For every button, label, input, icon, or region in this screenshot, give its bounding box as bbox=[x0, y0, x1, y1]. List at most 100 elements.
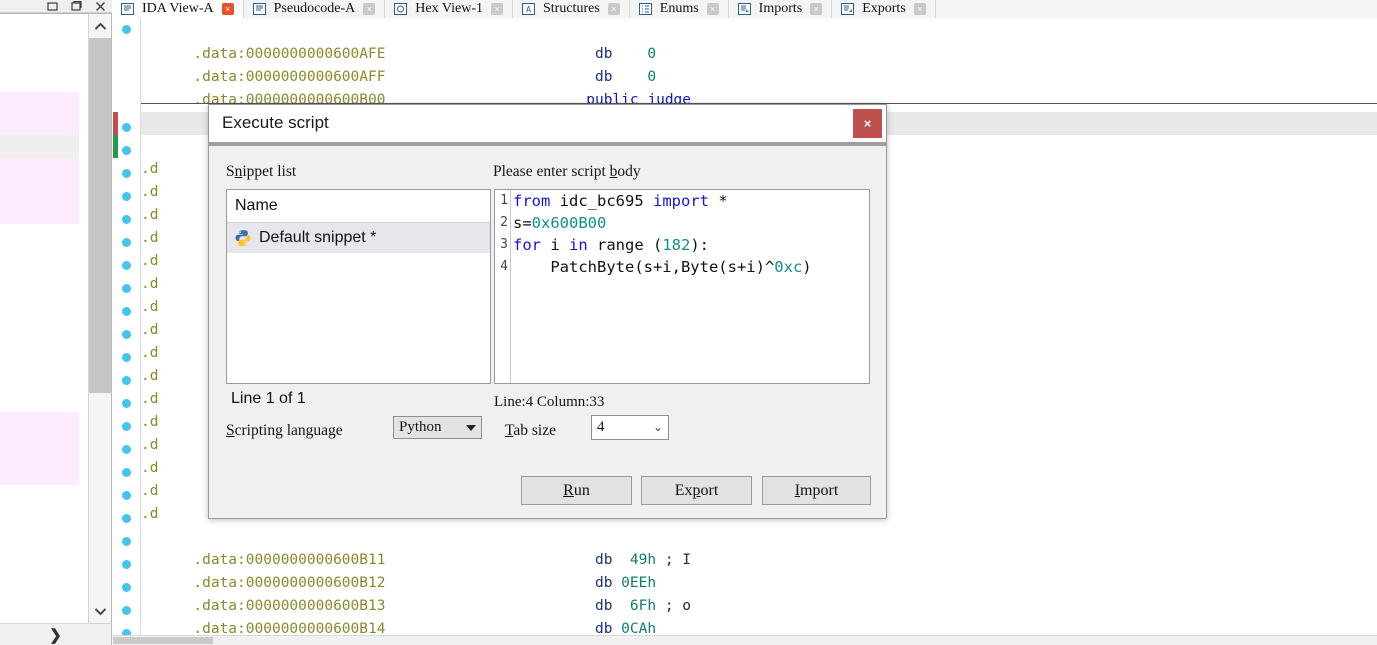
tab-label: Enums bbox=[659, 1, 699, 16]
code-line: from idc_bc695 import * bbox=[513, 190, 869, 212]
gutter-marker bbox=[122, 261, 131, 270]
table-row[interactable]: .data:0000000000600AFF db 0 bbox=[141, 43, 1377, 85]
tab-exports[interactable]: Exports × bbox=[832, 0, 936, 18]
code-token: 0x600B00 bbox=[531, 214, 607, 232]
script-body-label: Please enter script body bbox=[493, 163, 641, 181]
gutter-marker bbox=[122, 445, 131, 454]
close-icon[interactable] bbox=[95, 1, 106, 12]
code-token: idc_bc695 bbox=[559, 192, 653, 210]
label-part: un bbox=[573, 481, 590, 499]
navigator-bands[interactable] bbox=[0, 14, 79, 623]
chevron-down-icon[interactable] bbox=[89, 599, 111, 623]
code-token: for bbox=[513, 236, 551, 254]
snippet-list-label: Snippet list bbox=[226, 163, 296, 181]
exports-icon bbox=[841, 3, 855, 15]
python-icon bbox=[234, 229, 252, 247]
run-button[interactable]: Run bbox=[521, 476, 632, 505]
table-row[interactable]: .data:0000000000600B11 db 49h ; I bbox=[141, 526, 1377, 568]
gutter-marker bbox=[122, 353, 131, 362]
ida-main-window: IDA View-A × Pseudocode-A × Hex View-1 ×… bbox=[0, 0, 1377, 645]
gutter-marker bbox=[122, 307, 131, 316]
disassembly-horizontal-scrollbar[interactable] bbox=[113, 635, 1377, 645]
code-token: ) bbox=[802, 258, 812, 276]
label-part: ippet list bbox=[242, 163, 297, 180]
scripting-language-dropdown[interactable]: Python bbox=[393, 416, 482, 439]
table-row[interactable]: .data:0000000000600AFE db 0 bbox=[141, 20, 1377, 62]
label-part: ab size bbox=[513, 422, 556, 439]
gutter-marker bbox=[122, 123, 131, 132]
row-address: .d bbox=[141, 253, 159, 269]
editor-code-area[interactable]: from idc_bc695 import * s=0x600B00 for i i… bbox=[513, 190, 869, 383]
tab-pseudocode-a[interactable]: Pseudocode-A × bbox=[243, 0, 386, 18]
gutter-marker bbox=[122, 422, 131, 431]
chevron-right-icon: ❯ bbox=[49, 626, 62, 644]
tab-ida-view-a[interactable]: IDA View-A × bbox=[112, 0, 244, 18]
line-number: 3 bbox=[500, 237, 508, 252]
table-row[interactable]: .data:0000000000600B12 db 0EEh bbox=[141, 549, 1377, 591]
gutter-marker bbox=[122, 606, 131, 615]
row-address: .d bbox=[141, 460, 159, 476]
tab-close-icon[interactable]: × bbox=[706, 3, 719, 15]
tab-size-dropdown[interactable]: 4 ⌄ bbox=[591, 415, 669, 440]
script-body-editor[interactable]: 1 2 3 4 from idc_bc695 import * s=0x600B0… bbox=[494, 189, 870, 384]
navigator-expand-button[interactable]: ❯ bbox=[0, 623, 111, 645]
tab-close-icon[interactable]: × bbox=[491, 3, 503, 15]
code-line: PatchByte(s+i,Byte(s+i)^0xc) bbox=[513, 256, 869, 278]
row-address: .d bbox=[141, 276, 159, 292]
table-row[interactable]: .data:0000000000600B00 public judge bbox=[141, 66, 1377, 108]
scrollbar-thumb[interactable] bbox=[89, 38, 111, 393]
scripting-language-label: Scripting language bbox=[226, 422, 343, 440]
dialog-title-bar[interactable]: Execute script × bbox=[209, 105, 886, 142]
close-icon[interactable]: × bbox=[853, 109, 882, 138]
tab-hex-view-1[interactable]: Hex View-1 × bbox=[385, 0, 513, 18]
gutter-marker bbox=[122, 169, 131, 178]
row-address: .d bbox=[141, 161, 159, 177]
navigator-scrollbar[interactable] bbox=[88, 14, 111, 623]
gutter-marker bbox=[122, 238, 131, 247]
export-button[interactable]: Ex p ort bbox=[641, 476, 752, 505]
code-line: s=0x600B00 bbox=[513, 212, 869, 234]
tab-label: Imports bbox=[758, 1, 803, 16]
row-address: .d bbox=[141, 299, 159, 315]
line-number: 4 bbox=[500, 259, 508, 274]
code-token: * bbox=[718, 192, 728, 210]
tab-close-icon[interactable]: × bbox=[221, 3, 234, 15]
dialog-title: Execute script bbox=[222, 113, 329, 132]
code-token: 0xc bbox=[774, 258, 803, 276]
tab-close-icon[interactable]: × bbox=[363, 3, 376, 15]
hex-view-icon bbox=[394, 3, 408, 15]
tab-close-icon[interactable]: × bbox=[810, 3, 823, 15]
snippet-list[interactable]: Name Default snippet * bbox=[226, 189, 491, 384]
gutter-marker bbox=[122, 215, 131, 224]
tab-close-icon[interactable]: × bbox=[913, 3, 926, 15]
gutter-marker bbox=[122, 491, 131, 500]
ida-view-icon bbox=[121, 3, 134, 15]
table-row[interactable]: .data:0000000000600B14 db 0CAh bbox=[141, 595, 1377, 637]
import-button[interactable]: Import bbox=[762, 476, 871, 505]
row-address: .d bbox=[141, 368, 159, 384]
tab-structures[interactable]: A Structures × bbox=[513, 0, 630, 18]
gutter-marker bbox=[122, 514, 131, 523]
line-number: 1 bbox=[500, 193, 508, 208]
code-token: s= bbox=[513, 214, 532, 232]
row-address: .d bbox=[141, 230, 159, 246]
row-address: .d bbox=[141, 345, 159, 361]
row-address: .d bbox=[141, 184, 159, 200]
tab-enums[interactable]: Enums × bbox=[629, 0, 729, 18]
tab-size-label: Tab size bbox=[505, 422, 556, 440]
maximize-icon[interactable] bbox=[71, 0, 82, 12]
list-item[interactable]: Default snippet * bbox=[227, 223, 490, 253]
row-address: .d bbox=[141, 322, 159, 338]
chevron-up-icon[interactable] bbox=[89, 14, 111, 38]
table-row[interactable]: .data:0000000000600B13 db 6Fh ; o bbox=[141, 572, 1377, 614]
label-part: ody bbox=[617, 163, 641, 180]
tab-label: Pseudocode-A bbox=[273, 1, 356, 16]
imports-icon bbox=[737, 3, 751, 15]
code-token: import bbox=[653, 192, 719, 210]
navigator-panel: ❯ bbox=[0, 13, 112, 645]
minimize-icon[interactable] bbox=[47, 1, 58, 12]
tab-close-icon[interactable]: × bbox=[607, 3, 620, 15]
xref-code-bar bbox=[113, 112, 118, 135]
scrollbar-thumb[interactable] bbox=[113, 637, 213, 644]
tab-imports[interactable]: Imports × bbox=[728, 0, 833, 18]
